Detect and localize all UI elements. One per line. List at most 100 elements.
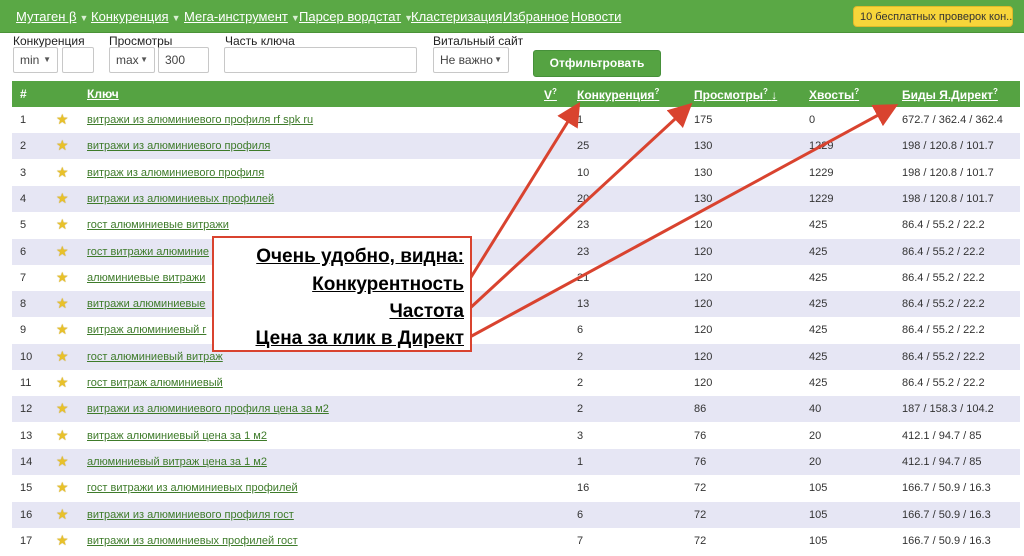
views-value: 130 — [694, 192, 713, 205]
keyword-link[interactable]: гост алюминиевые витражи — [87, 219, 229, 231]
favorite-star-icon[interactable]: ★ — [56, 428, 70, 442]
nav-item-clustering[interactable]: Кластеризация — [411, 9, 502, 24]
competition-filter-label: Конкуренция — [13, 34, 85, 48]
competition-value: 2 — [577, 403, 584, 416]
column-header-v[interactable]: V? — [544, 87, 557, 102]
competition-value: 2 — [577, 350, 584, 363]
table-row: 11 ★ гост витраж алюминиевый 2 120 425 86.4 / … — [12, 370, 1020, 396]
favorite-star-icon[interactable]: ★ — [56, 375, 70, 389]
bids-value: 412.1 / 94.7 / 85 — [902, 429, 982, 442]
bids-value: 198 / 120.8 / 101.7 — [902, 140, 994, 153]
views-value-input[interactable]: 300 — [158, 47, 209, 73]
sort-desc-icon: ↓ — [771, 88, 778, 102]
favorite-star-icon[interactable]: ★ — [56, 138, 70, 152]
keyword-link[interactable]: алюминиевые витражи — [87, 272, 205, 284]
competition-value: 6 — [577, 324, 584, 337]
vital-site-label: Витальный сайт — [433, 34, 524, 48]
competition-mode-select[interactable]: min ▼ — [13, 47, 58, 73]
bids-value: 86.4 / 55.2 / 22.2 — [902, 298, 985, 311]
bids-value: 166.7 / 50.9 / 16.3 — [902, 482, 991, 495]
tails-value: 425 — [809, 245, 828, 258]
tails-value: 105 — [809, 534, 828, 547]
competition-value-input[interactable] — [62, 47, 94, 73]
favorite-star-icon[interactable]: ★ — [56, 112, 70, 126]
help-icon[interactable]: ? — [552, 87, 557, 96]
keyword-link[interactable]: алюминиевый витраж цена за 1 м2 — [87, 456, 267, 468]
keyword-link[interactable]: витраж из алюминиевого профиля — [87, 167, 264, 179]
keyword-link[interactable]: витражи из алюминиевых профилей — [87, 193, 274, 205]
vital-site-select[interactable]: Не важно ▼ — [433, 47, 509, 73]
row-number: 2 — [20, 140, 27, 153]
keyword-link[interactable]: витражи из алюминиевого профиля цена за … — [87, 403, 329, 415]
annotation-line-4: Цена за клик в Директ — [255, 328, 464, 349]
keyword-link[interactable]: витраж алюминиевый г — [87, 324, 206, 336]
help-icon[interactable]: ? — [654, 87, 659, 96]
favorite-star-icon[interactable]: ★ — [56, 454, 70, 468]
column-header-key[interactable]: Ключ — [87, 87, 119, 101]
keyword-link[interactable]: гост витражи алюминие — [87, 246, 209, 258]
bids-value: 187 / 158.3 / 104.2 — [902, 403, 994, 416]
keyword-link[interactable]: витраж алюминиевый цена за 1 м2 — [87, 430, 267, 442]
row-number: 15 — [20, 482, 33, 495]
help-icon[interactable]: ? — [993, 87, 998, 96]
favorite-star-icon[interactable]: ★ — [56, 217, 70, 231]
keyword-link[interactable]: витражи алюминиевые — [87, 298, 205, 310]
table-row: 9 ★ витраж алюминиевый г 6 120 425 86.4 / 55.2… — [12, 317, 1020, 343]
annotation-line-1: Очень удобно, видна: — [256, 246, 464, 267]
favorite-star-icon[interactable]: ★ — [56, 349, 70, 363]
favorite-star-icon[interactable]: ★ — [56, 533, 70, 547]
favorite-star-icon[interactable]: ★ — [56, 401, 70, 415]
nav-item-mega-tool[interactable]: Мега-инструмент ▼ — [184, 9, 300, 24]
nav-item-news[interactable]: Новости — [571, 9, 621, 24]
keyword-link[interactable]: витражи из алюминиевого профиля гост — [87, 509, 294, 521]
filter-submit-button[interactable]: Отфильтровать — [533, 50, 661, 77]
views-value: 120 — [694, 219, 713, 232]
favorite-star-icon[interactable]: ★ — [56, 322, 70, 336]
favorite-star-icon[interactable]: ★ — [56, 244, 70, 258]
help-icon[interactable]: ? — [854, 87, 859, 96]
key-part-label: Часть ключа — [225, 34, 295, 48]
free-checks-promo-button[interactable]: 10 бесплатных проверок кон... — [853, 6, 1013, 27]
bids-value: 86.4 / 55.2 / 22.2 — [902, 324, 985, 337]
favorite-star-icon[interactable]: ★ — [56, 296, 70, 310]
views-filter-label: Просмотры — [109, 34, 173, 48]
tails-value: 425 — [809, 298, 828, 311]
column-header-bids[interactable]: Биды Я.Директ? — [902, 87, 998, 102]
competition-value: 1 — [577, 114, 584, 126]
nav-item-competition[interactable]: Конкуренция ▼ — [91, 9, 180, 24]
column-header-competition[interactable]: Конкуренция? — [577, 87, 659, 102]
keyword-link[interactable]: гост алюминиевый витраж — [87, 351, 223, 363]
column-header-tails[interactable]: Хвосты? — [809, 87, 859, 102]
views-value: 130 — [694, 140, 713, 153]
favorite-star-icon[interactable]: ★ — [56, 270, 70, 284]
keyword-link[interactable]: гост витражи из алюминиевых профилей — [87, 482, 298, 494]
favorite-star-icon[interactable]: ★ — [56, 480, 70, 494]
table-row: 7 ★ алюминиевые витражи 21 120 425 86.4 / 55.2… — [12, 265, 1020, 291]
nav-item-wordstat-parser[interactable]: Парсер вордстат ▼ — [299, 9, 413, 24]
views-mode-select[interactable]: max ▼ — [109, 47, 155, 73]
favorite-star-icon[interactable]: ★ — [56, 165, 70, 179]
favorite-star-icon[interactable]: ★ — [56, 507, 70, 521]
chevron-down-icon: ▼ — [494, 55, 502, 64]
favorite-star-icon[interactable]: ★ — [56, 191, 70, 205]
row-number: 8 — [20, 298, 27, 311]
keyword-link[interactable]: витражи из алюминиевого профиля rf spk r… — [87, 114, 313, 126]
table-row: 3 ★ витраж из алюминиевого профиля 10 130 122… — [12, 160, 1020, 186]
help-icon[interactable]: ? — [763, 87, 768, 96]
key-part-input[interactable] — [224, 47, 417, 73]
keyword-link[interactable]: витражи из алюминиевого профиля — [87, 140, 270, 152]
bids-value: 412.1 / 94.7 / 85 — [902, 455, 982, 468]
nav-item-favorites[interactable]: Избранное — [503, 9, 569, 24]
table-header: # Ключ V? Конкуренция? Просмотры? ↓ Хвос… — [12, 81, 1020, 107]
competition-value: 1 — [577, 455, 584, 468]
tails-value: 105 — [809, 482, 828, 495]
competition-value: 20 — [577, 192, 590, 205]
views-value: 175 — [694, 114, 713, 126]
keyword-link[interactable]: витражи из алюминиевых профилей гост — [87, 535, 298, 547]
keyword-link[interactable]: гост витраж алюминиевый — [87, 377, 223, 389]
bids-value: 166.7 / 50.9 / 16.3 — [902, 508, 991, 521]
column-header-views[interactable]: Просмотры? ↓ — [694, 87, 777, 102]
table-row: 4 ★ витражи из алюминиевых профилей 20 130 12… — [12, 185, 1020, 212]
row-number: 10 — [20, 350, 33, 363]
nav-item-mutagen[interactable]: Мутаген β ▼ — [16, 9, 88, 24]
